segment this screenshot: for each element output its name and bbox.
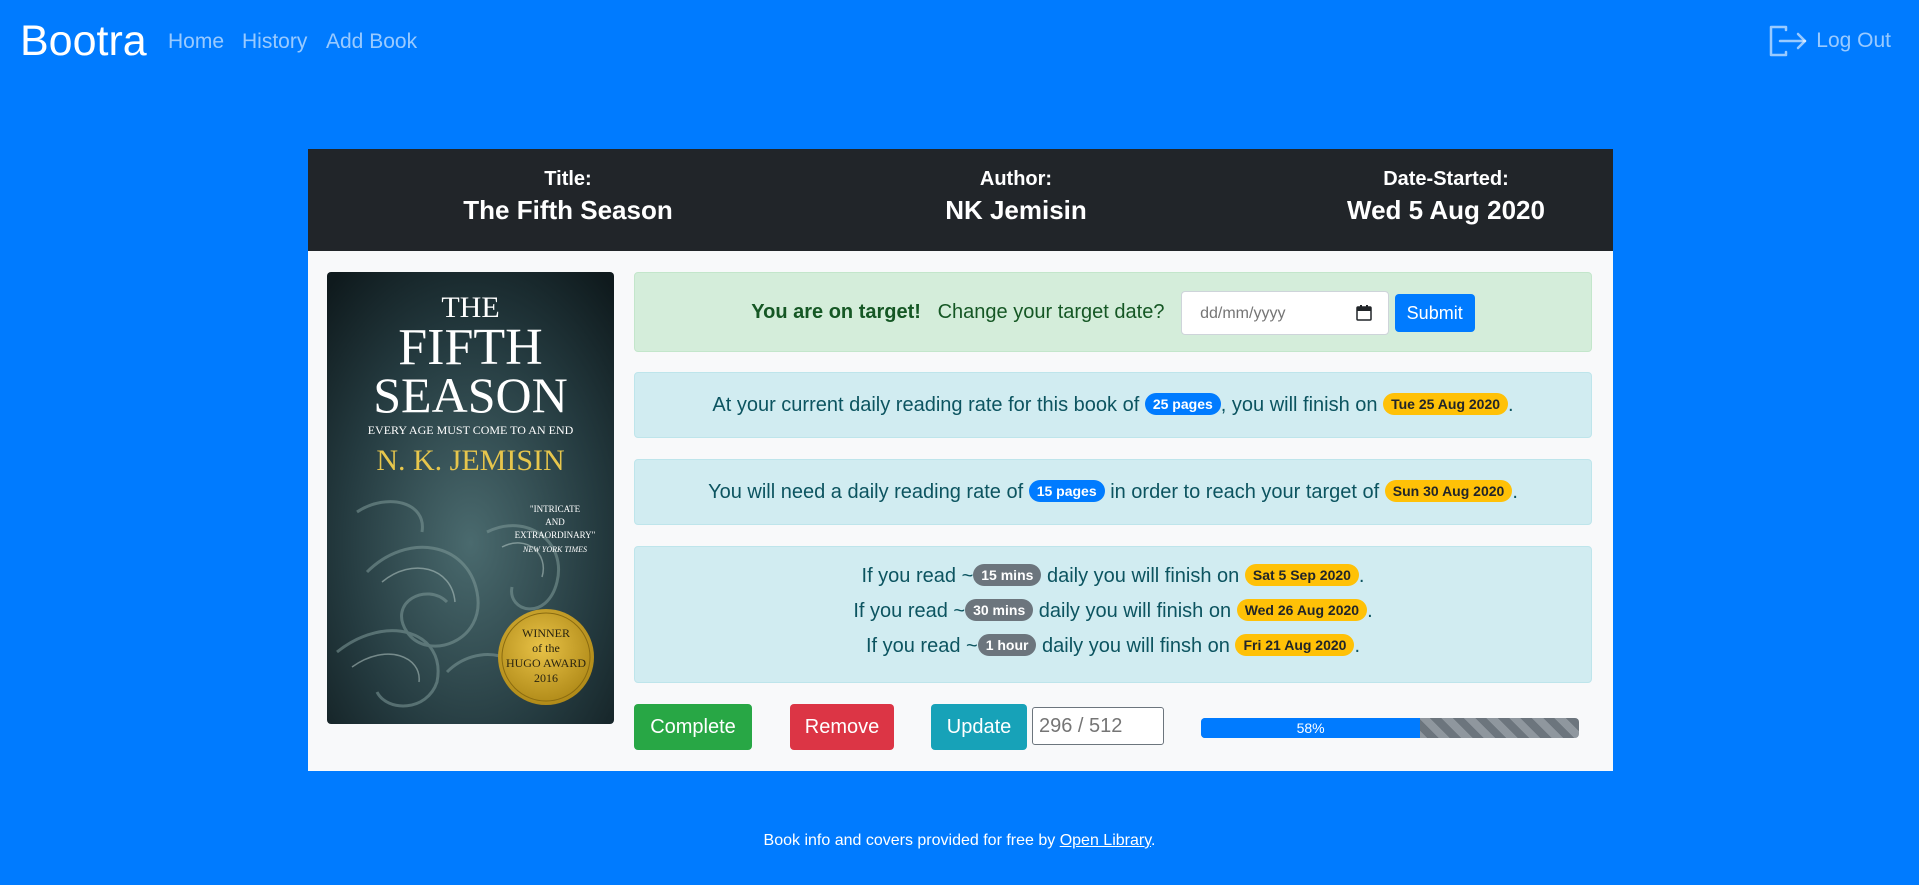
needed-rate-end: . [1512, 481, 1518, 503]
estimate-text: If you read ~ [865, 635, 978, 657]
nav-add-book-link[interactable]: Add Book [326, 28, 417, 56]
logout-icon [1770, 25, 1807, 57]
submit-button[interactable]: Submit [1394, 293, 1475, 332]
open-library-link[interactable]: Open Library [1060, 832, 1151, 849]
book-author: NK Jemisin [945, 195, 1087, 225]
estimate-row: If you read ~15 mins daily you will fini… [635, 559, 1591, 594]
navbar: Bootra Home History Add Book Log Out [0, 0, 1919, 84]
author-label: Author: [979, 168, 1053, 190]
target-date-field[interactable] [1181, 290, 1390, 335]
needed-rate-alert: You will need a daily reading rate of 15… [634, 459, 1592, 525]
time-badge: 30 mins [965, 599, 1034, 621]
estimate-end: . [1367, 600, 1373, 622]
needed-rate-mid: in order to reach your target of [1110, 481, 1380, 503]
pages-read-field[interactable] [1032, 707, 1164, 745]
estimate-end: . [1354, 635, 1361, 657]
date-started-label: Date-Started: [1383, 168, 1509, 190]
change-target-question: Change your target date? [937, 301, 1165, 323]
date-column: Date-Started: Wed 5 Aug 2020 [1296, 167, 1596, 227]
estimate-mid: daily you will finish on [1038, 600, 1232, 622]
current-rate-alert: At your current daily reading rate for t… [634, 372, 1592, 438]
current-rate-end: . [1508, 394, 1514, 416]
complete-button[interactable]: Complete [634, 704, 752, 750]
estimate-row: If you read ~1 hour daily you will finsh… [635, 629, 1591, 664]
cover-award-3: HUGO AWARD [506, 656, 586, 670]
nav-history-link[interactable]: History [242, 28, 307, 56]
cover-quote-2: AND [545, 517, 565, 527]
date-started: Wed 5 Aug 2020 [1347, 195, 1545, 225]
logout-label: Log Out [1816, 29, 1891, 52]
book-title: The Fifth Season [463, 195, 673, 225]
cover-quote-3: EXTRAORDINARY" [515, 530, 596, 540]
estimate-mid: daily you will finsh on [1042, 635, 1230, 657]
estimate-end: . [1358, 565, 1365, 587]
title-column: Title: The Fifth Season [418, 167, 718, 227]
finish-date-badge: Sat 5 Sep 2020 [1244, 564, 1359, 586]
current-finish-badge: Tue 25 Aug 2020 [1383, 393, 1509, 415]
current-rate-badge: 25 pages [1144, 393, 1221, 415]
cover-quote-1: "INTRICATE [530, 504, 581, 514]
reading-progress-bar: 58% [1201, 718, 1579, 738]
time-badge: 15 mins [973, 564, 1042, 586]
current-rate-text: At your current daily reading rate for t… [712, 394, 1140, 416]
calendar-icon[interactable] [1356, 304, 1372, 321]
reading-time-estimates: If you read ~15 mins daily you will fini… [634, 546, 1592, 683]
needed-rate-badge: 15 pages [1028, 480, 1105, 502]
cover-author: N. K. JEMISIN [376, 444, 564, 477]
cover-title-line3: SEASON [373, 367, 567, 423]
target-date-input[interactable] [1198, 303, 1343, 324]
time-badge: 1 hour [977, 634, 1037, 656]
finish-date-badge: Fri 21 Aug 2020 [1235, 634, 1355, 656]
book-card: Title: The Fifth Season Author: NK Jemis… [308, 149, 1613, 771]
book-card-header: Title: The Fifth Season Author: NK Jemis… [308, 149, 1613, 251]
title-label: Title: [544, 168, 592, 190]
remove-button[interactable]: Remove [790, 704, 894, 750]
on-target-alert: You are on target! Change your target da… [634, 272, 1592, 352]
estimate-mid: daily you will finish on [1046, 565, 1240, 587]
progress-fill: 58% [1201, 718, 1421, 738]
target-status: You are on target! [751, 301, 921, 323]
target-date-badge: Sun 30 Aug 2020 [1384, 480, 1513, 502]
logout-button[interactable]: Log Out [1768, 24, 1891, 58]
current-rate-mid: , you will finish on [1220, 394, 1378, 416]
footer: Book info and covers provided for free b… [0, 832, 1919, 850]
author-column: Author: NK Jemisin [866, 167, 1166, 227]
estimate-row: If you read ~30 mins daily you will fini… [635, 594, 1591, 629]
cover-award-1: WINNER [522, 626, 570, 640]
nav-home-link[interactable]: Home [168, 28, 224, 56]
needed-rate-text: You will need a daily reading rate of [708, 481, 1024, 503]
pages-read-input[interactable] [1037, 714, 1161, 739]
finish-date-badge: Wed 26 Aug 2020 [1236, 599, 1368, 621]
book-cover-image: THE FIFTH SEASON EVERY AGE MUST COME TO … [327, 272, 614, 724]
estimate-text: If you read ~ [853, 600, 966, 622]
brand-logo[interactable]: Bootra [20, 14, 147, 68]
cover-award-2: of the [532, 641, 560, 655]
estimate-text: If you read ~ [861, 565, 974, 587]
cover-tagline: EVERY AGE MUST COME TO AN END [368, 423, 574, 437]
cover-award-4: 2016 [534, 671, 558, 685]
cover-quote-source: NEW YORK TIMES [522, 545, 587, 554]
footer-end: . [1151, 832, 1156, 849]
update-button[interactable]: Update [931, 704, 1027, 750]
footer-text: Book info and covers provided for free b… [763, 832, 1056, 849]
